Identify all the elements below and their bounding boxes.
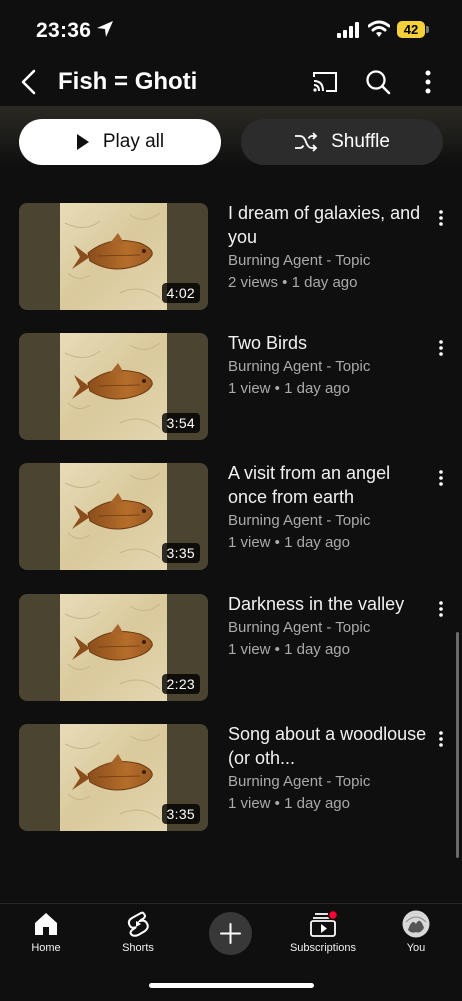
home-indicator[interactable] [149,983,314,988]
search-icon[interactable] [364,68,392,96]
nav-home[interactable]: Home [6,910,86,954]
scrollbar[interactable] [456,632,459,858]
video-meta: 1 view • 1 day ago [228,795,350,812]
nav-you[interactable]: You [376,910,456,954]
more-options-icon[interactable] [434,599,448,619]
wifi-icon [368,20,390,37]
nav-subscriptions[interactable]: Subscriptions [283,910,363,954]
list-item[interactable]: 3:35 A visit from an angel once from ear… [0,463,462,573]
back-arrow-icon[interactable] [16,68,42,96]
channel-name: Burning Agent - Topic [228,512,371,529]
channel-name: Burning Agent - Topic [228,619,371,636]
shorts-icon [127,911,149,937]
nav-home-label: Home [31,942,61,954]
fossil-fish-image [60,724,167,831]
more-options-icon[interactable] [418,68,438,96]
channel-name: Burning Agent - Topic [228,773,371,790]
nav-subscriptions-label: Subscriptions [289,942,357,954]
play-all-button[interactable]: Play all [19,119,221,165]
video-title[interactable]: I dream of galaxies, and you [228,201,433,249]
play-icon [76,134,89,150]
video-meta: 1 view • 1 day ago [228,380,350,397]
video-title[interactable]: Song about a woodlouse (or oth... [228,722,433,770]
video-thumbnail[interactable]: 3:35 [19,724,208,831]
video-duration: 3:35 [161,543,200,563]
fossil-fish-image [60,203,167,310]
video-duration: 3:54 [161,413,200,433]
fossil-fish-image [60,333,167,440]
plus-icon [220,923,241,944]
more-options-icon[interactable] [434,338,448,358]
video-meta: 1 view • 1 day ago [228,534,350,551]
video-thumbnail[interactable]: 2:23 [19,594,208,701]
more-options-icon[interactable] [434,208,448,228]
top-bar: Fish = Ghoti [0,58,462,108]
video-duration: 2:23 [161,674,200,694]
cast-icon[interactable] [311,69,339,95]
shuffle-label: Shuffle [331,131,390,152]
more-options-icon[interactable] [434,729,448,749]
list-item[interactable]: 3:54 Two Birds Burning Agent - Topic 1 v… [0,333,462,443]
video-title[interactable]: Two Birds [228,331,433,355]
fossil-fish-image [60,594,167,701]
list-item[interactable]: 4:02 I dream of galaxies, and you Burnin… [0,203,462,313]
home-icon [35,913,57,935]
video-duration: 4:02 [161,283,200,303]
shuffle-button[interactable]: Shuffle [241,119,443,165]
video-meta: 1 view • 1 day ago [228,641,350,658]
subscriptions-icon [310,910,338,937]
nav-shorts-label: Shorts [122,942,154,954]
page-title: Fish = Ghoti [58,68,198,95]
battery-tip [426,26,429,33]
video-thumbnail[interactable]: 3:35 [19,463,208,570]
list-item[interactable]: 3:35 Song about a woodlouse (or oth... B… [0,724,462,834]
play-all-label: Play all [102,131,165,152]
video-thumbnail[interactable]: 4:02 [19,203,208,310]
location-arrow-icon [97,21,113,37]
nav-you-label: You [406,942,426,954]
channel-name: Burning Agent - Topic [228,252,371,269]
channel-name: Burning Agent - Topic [228,358,371,375]
nav-shorts[interactable]: Shorts [98,910,178,954]
status-bar: 23:36 42 [0,0,462,58]
video-title[interactable]: Darkness in the valley [228,592,433,616]
battery-indicator: 42 [397,21,425,38]
cellular-signal-icon [337,22,359,38]
video-thumbnail[interactable]: 3:54 [19,333,208,440]
more-options-icon[interactable] [434,468,448,488]
avatar [402,910,430,938]
list-item[interactable]: 2:23 Darkness in the valley Burning Agen… [0,594,462,704]
shuffle-icon [295,132,318,152]
create-button[interactable] [209,912,252,955]
fossil-fish-image [60,463,167,570]
video-title[interactable]: A visit from an angel once from earth [228,461,433,509]
video-meta: 2 views • 1 day ago [228,274,358,291]
video-duration: 3:35 [161,804,200,824]
status-time: 23:36 [36,19,92,42]
